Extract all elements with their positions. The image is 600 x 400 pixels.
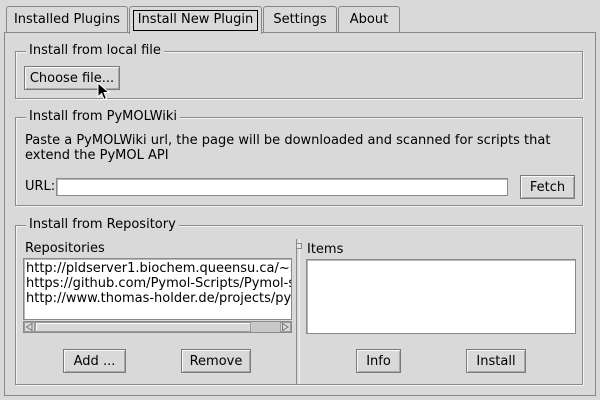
install-label: Install: [476, 353, 516, 369]
info-button[interactable]: Info: [356, 349, 401, 373]
repository-item[interactable]: https://github.com/Pymol-Scripts/Pymol-s…: [24, 276, 291, 291]
items-list[interactable]: [306, 259, 576, 334]
tab-install-new-plugin-label: Install New Plugin: [130, 7, 261, 34]
repositories-label: Repositories: [25, 241, 105, 256]
install-button[interactable]: Install: [466, 349, 526, 373]
tab-install-new-plugin[interactable]: Install New Plugin: [129, 6, 262, 34]
repositories-hscrollbar[interactable]: [23, 321, 292, 333]
repository-item[interactable]: http://www.thomas-holder.de/projects/pym…: [24, 291, 291, 306]
add-repository-button[interactable]: Add ...: [63, 349, 126, 373]
url-label: URL:: [25, 179, 56, 194]
tab-installed-plugins[interactable]: Installed Plugins: [6, 6, 128, 33]
arrow-right-icon[interactable]: [280, 322, 291, 332]
tab-about[interactable]: About: [338, 6, 400, 33]
fetch-button[interactable]: Fetch: [520, 175, 575, 199]
tab-settings[interactable]: Settings: [263, 6, 337, 33]
items-label: Items: [307, 242, 344, 257]
repositories-list[interactable]: http://pldserver1.biochem.queensu.ca/~rl…: [23, 258, 292, 320]
fetch-label: Fetch: [529, 179, 566, 195]
wiki-legend: Install from PyMOLWiki: [26, 109, 181, 125]
pane-divider[interactable]: [296, 239, 300, 384]
remove-repository-label: Remove: [189, 353, 243, 369]
repository-legend: Install from Repository: [26, 217, 179, 233]
url-input[interactable]: [56, 178, 508, 196]
tab-installed-plugins-label: Installed Plugins: [13, 12, 121, 27]
repository-item[interactable]: http://pldserver1.biochem.queensu.ca/~rl…: [24, 261, 291, 276]
tab-settings-label: Settings: [273, 12, 327, 27]
arrow-left-icon[interactable]: [24, 322, 35, 332]
add-repository-label: Add ...: [73, 353, 116, 369]
remove-repository-button[interactable]: Remove: [181, 349, 251, 373]
wiki-description-line-2: extend the PyMOL API: [25, 148, 169, 163]
pane-sash-handle[interactable]: [296, 243, 302, 249]
local-file-legend: Install from local file: [26, 43, 164, 59]
wiki-description-line-1: Paste a PyMOLWiki url, the page will be …: [25, 133, 551, 148]
mouse-pointer-icon: [97, 82, 111, 101]
tab-about-label: About: [349, 12, 389, 27]
info-label: Info: [366, 353, 391, 369]
repositories-scroll-thumb[interactable]: [35, 322, 251, 332]
